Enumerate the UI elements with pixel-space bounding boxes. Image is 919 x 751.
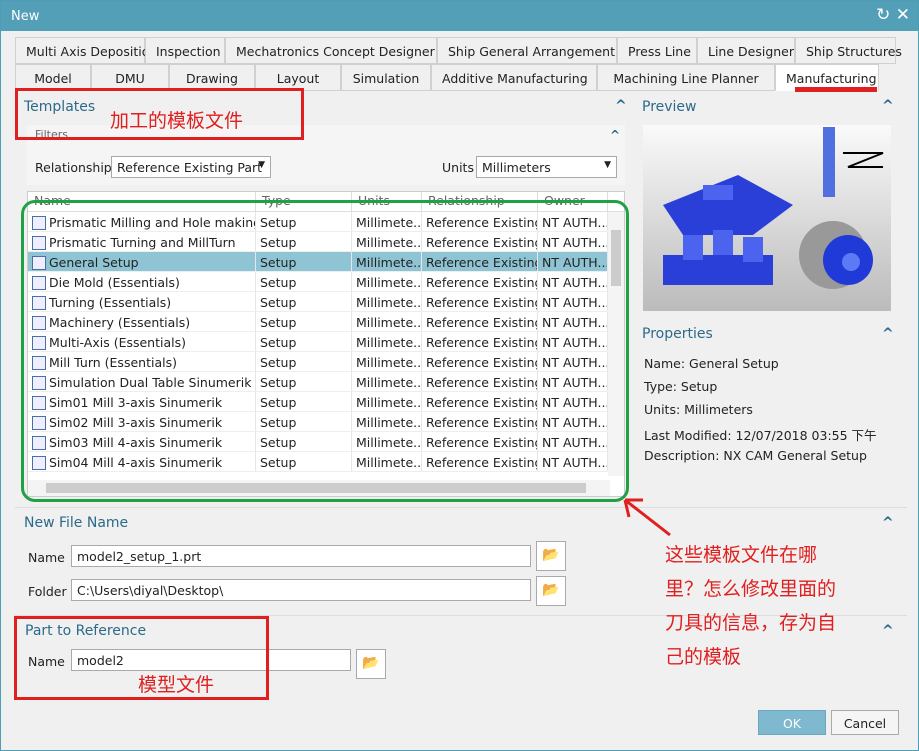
tab-inspection[interactable]: Inspection [145,37,225,64]
annotation-line: 里？怎么修改里面的 [665,578,837,600]
browse-folder-button[interactable]: 📂 [536,576,566,606]
units-value: Millimeters [482,160,551,175]
property-units: Units: Millimeters [644,402,753,417]
new-file-name-title: New File Name [24,515,129,531]
divider [15,507,907,508]
folder-input[interactable]: C:\Users\diyal\Desktop\ [71,579,531,601]
annotation-line: 这些模板文件在哪 [665,544,818,566]
tab-simulation[interactable]: Simulation [341,64,431,91]
window-title: New [11,9,40,24]
tab-dmu[interactable]: DMU [91,64,169,91]
tab-press-line[interactable]: Press Line [617,37,697,64]
collapse-filters-icon[interactable]: ^ [610,128,620,142]
tab-ship-structures[interactable]: Ship Structures [795,37,902,64]
collapse-templates-icon[interactable]: ^ [615,98,627,114]
annotation-box-table [21,200,629,502]
property-name: Name: General Setup [644,356,779,371]
properties-title: Properties [642,326,713,342]
cancel-button[interactable]: Cancel [831,710,899,735]
property-last-modified: Last Modified: 12/07/2018 03:55 下午 [644,428,877,443]
tab-ship-general-arrangement[interactable]: Ship General Arrangement [437,37,617,64]
annotation-arrow-icon [623,498,671,537]
annotation-question: 这些模板文件在哪 里？怎么修改里面的 刀具的信息，存为自 己的模板 [665,538,836,674]
dropdown-arrow-icon: ▼ [604,160,611,170]
units-select[interactable]: Millimeters ▼ [476,156,617,178]
relationship-value: Reference Existing Part [117,160,263,175]
browse-file-button[interactable]: 📂 [536,541,566,571]
property-description: Description: NX CAM General Setup [644,448,867,463]
tab-layout[interactable]: Layout [255,64,341,91]
annotation-model: 模型文件 [138,674,215,696]
close-icon[interactable]: ✕ [896,5,910,25]
file-name-label: Name [28,550,65,565]
folder-icon: 📂 [542,547,560,563]
relationship-select[interactable]: Reference Existing Part ▼ [111,156,271,178]
tab-additive-manufacturing[interactable]: Additive Manufacturing [431,64,597,91]
tab-row-2: Model DMU Drawing Layout Simulation Additive … [15,64,879,91]
cam-parts-illustration [663,127,884,289]
tab-multi-axis-deposition[interactable]: Multi Axis Deposition [15,37,157,64]
collapse-part-ref-icon[interactable]: ^ [882,623,894,639]
relationship-label: Relationship [35,160,112,175]
tab-row-1: Multi Axis Deposition Inspection Mechatron… [15,37,902,64]
collapse-preview-icon[interactable]: ^ [882,98,894,114]
annotation-templates: 加工的模板文件 [110,110,244,132]
ok-button[interactable]: OK [758,710,826,735]
tab-model[interactable]: Model [15,64,91,91]
tab-machining-line-planner[interactable]: Machining Line Planner [597,64,775,91]
file-name-input[interactable]: model2_setup_1.prt [71,545,531,567]
annotation-line: 己的模板 [665,646,742,668]
property-type: Type: Setup [644,379,718,394]
tab-mechatronics-concept-designer[interactable]: Mechatronics Concept Designer [225,37,437,64]
preview-title: Preview [642,99,697,115]
title-bar: New ↻ ✕ [1,1,918,31]
tab-line-designer[interactable]: Line Designer [697,37,795,64]
units-label: Units [442,160,474,175]
reset-icon[interactable]: ↻ [876,5,890,25]
browse-part-button[interactable]: 📂 [356,649,386,679]
annotation-underline [795,87,877,92]
dropdown-arrow-icon: ▼ [258,160,265,170]
tab-drawing[interactable]: Drawing [169,64,255,91]
collapse-new-file-icon[interactable]: ^ [882,515,894,531]
collapse-properties-icon[interactable]: ^ [882,326,894,342]
annotation-line: 刀具的信息，存为自 [665,612,837,634]
folder-icon: 📂 [362,655,380,671]
preview-image [643,125,891,311]
folder-label: Folder [28,584,67,599]
folder-icon: 📂 [542,582,560,598]
